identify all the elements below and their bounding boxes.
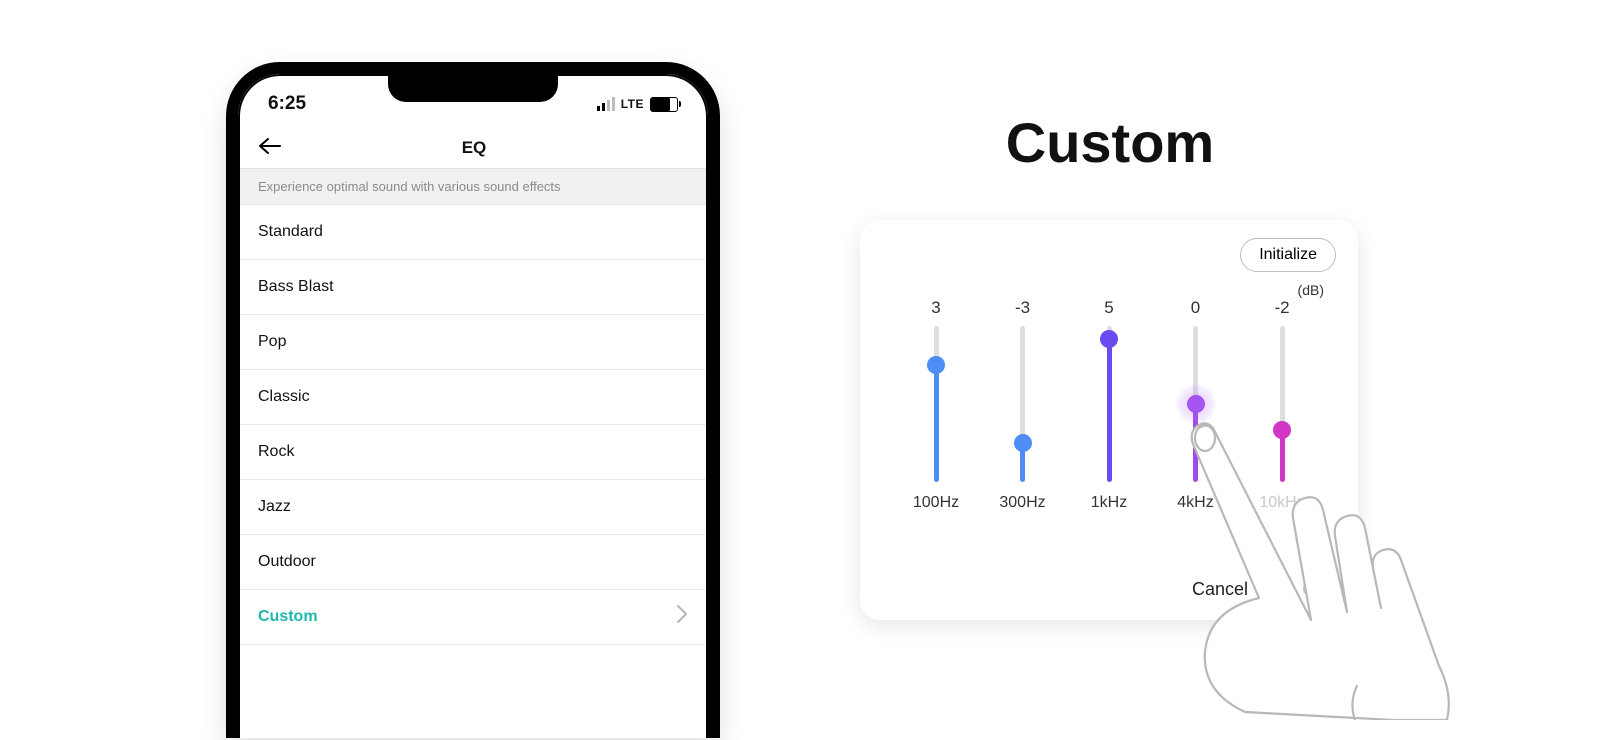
- db-unit-label: (dB): [1298, 282, 1324, 298]
- eq-band-slider[interactable]: -3 300Hz: [991, 298, 1055, 553]
- cancel-button[interactable]: Cancel: [1192, 579, 1248, 600]
- chevron-right-icon: [676, 604, 688, 630]
- eq-preset-label: Classic: [258, 388, 310, 406]
- network-label: LTE: [621, 97, 644, 111]
- phone-frame: 6:25 LTE EQ Experience optimal sound: [226, 62, 720, 738]
- slider-knob[interactable]: [1273, 421, 1291, 439]
- eq-preset-row[interactable]: Bass Blast: [240, 260, 706, 315]
- eq-preset-row[interactable]: Custom: [240, 590, 706, 645]
- battery-icon: [650, 97, 678, 112]
- page-title: EQ: [260, 138, 688, 158]
- eq-sliders: 3 100Hz -3 300Hz 5 1kHz 0 4kHz -2 10kHz: [904, 298, 1314, 553]
- phone-notch: [388, 76, 558, 102]
- eq-band-value: -2: [1274, 298, 1289, 320]
- slider-knob[interactable]: [927, 356, 945, 374]
- eq-band-slider[interactable]: 3 100Hz: [904, 298, 968, 553]
- eq-band-slider[interactable]: 0 4kHz: [1164, 298, 1228, 553]
- eq-preset-row[interactable]: Rock: [240, 425, 706, 480]
- slider-fill: [1193, 404, 1198, 482]
- eq-preset-row[interactable]: Pop: [240, 315, 706, 370]
- eq-band-slider[interactable]: -2 10kHz: [1250, 298, 1314, 553]
- eq-preset-label: Standard: [258, 223, 323, 241]
- slider-track[interactable]: [1020, 326, 1025, 482]
- eq-band-slider[interactable]: 5 1kHz: [1077, 298, 1141, 553]
- eq-band-freq-label: 4kHz: [1177, 494, 1213, 512]
- eq-band-value: 3: [931, 298, 940, 320]
- eq-preset-label: Custom: [258, 608, 318, 626]
- eq-preset-label: Pop: [258, 333, 286, 351]
- eq-band-value: -3: [1015, 298, 1030, 320]
- eq-band-freq-label: 1kHz: [1091, 494, 1127, 512]
- status-icons: LTE: [597, 97, 678, 112]
- custom-eq-panel: Initialize (dB) (Hz) 3100Hz-3300Hz51kHz0…: [860, 220, 1358, 620]
- slider-track[interactable]: [1107, 326, 1112, 482]
- eq-preset-row[interactable]: Standard: [240, 205, 706, 260]
- eq-preset-label: Outdoor: [258, 553, 316, 571]
- eq-preset-list: Standard Bass Blast Pop Classic Rock Jazz Outd…: [240, 205, 706, 645]
- slider-track[interactable]: [934, 326, 939, 482]
- slider-knob[interactable]: [1014, 434, 1032, 452]
- custom-heading: Custom: [860, 110, 1360, 175]
- phone-screen: 6:25 LTE EQ Experience optimal sound: [238, 74, 708, 738]
- eq-preset-row[interactable]: Jazz: [240, 480, 706, 535]
- nav-bar: EQ: [240, 128, 706, 169]
- slider-fill: [1107, 339, 1112, 482]
- eq-preset-row[interactable]: Classic: [240, 370, 706, 425]
- slider-fill: [934, 365, 939, 482]
- slider-track[interactable]: [1280, 326, 1285, 482]
- signal-icon: [597, 97, 615, 111]
- eq-band-freq-label: 300Hz: [999, 494, 1045, 512]
- eq-band-freq-label: 100Hz: [913, 494, 959, 512]
- slider-knob[interactable]: [1187, 395, 1205, 413]
- eq-preset-label: Jazz: [258, 498, 291, 516]
- clock: 6:25: [268, 93, 306, 115]
- eq-preset-label: Rock: [258, 443, 294, 461]
- initialize-button[interactable]: Initialize: [1240, 238, 1336, 272]
- ok-button[interactable]: OK: [1302, 579, 1328, 600]
- eq-band-value: 0: [1191, 298, 1200, 320]
- slider-knob[interactable]: [1100, 330, 1118, 348]
- eq-band-freq-label: 10kHz: [1259, 494, 1304, 512]
- slider-track[interactable]: [1193, 326, 1198, 482]
- eq-band-value: 5: [1104, 298, 1113, 320]
- eq-subheader: Experience optimal sound with various so…: [240, 169, 706, 205]
- panel-actions: Cancel OK: [1192, 579, 1328, 600]
- eq-preset-row[interactable]: Outdoor: [240, 535, 706, 590]
- eq-preset-label: Bass Blast: [258, 278, 334, 296]
